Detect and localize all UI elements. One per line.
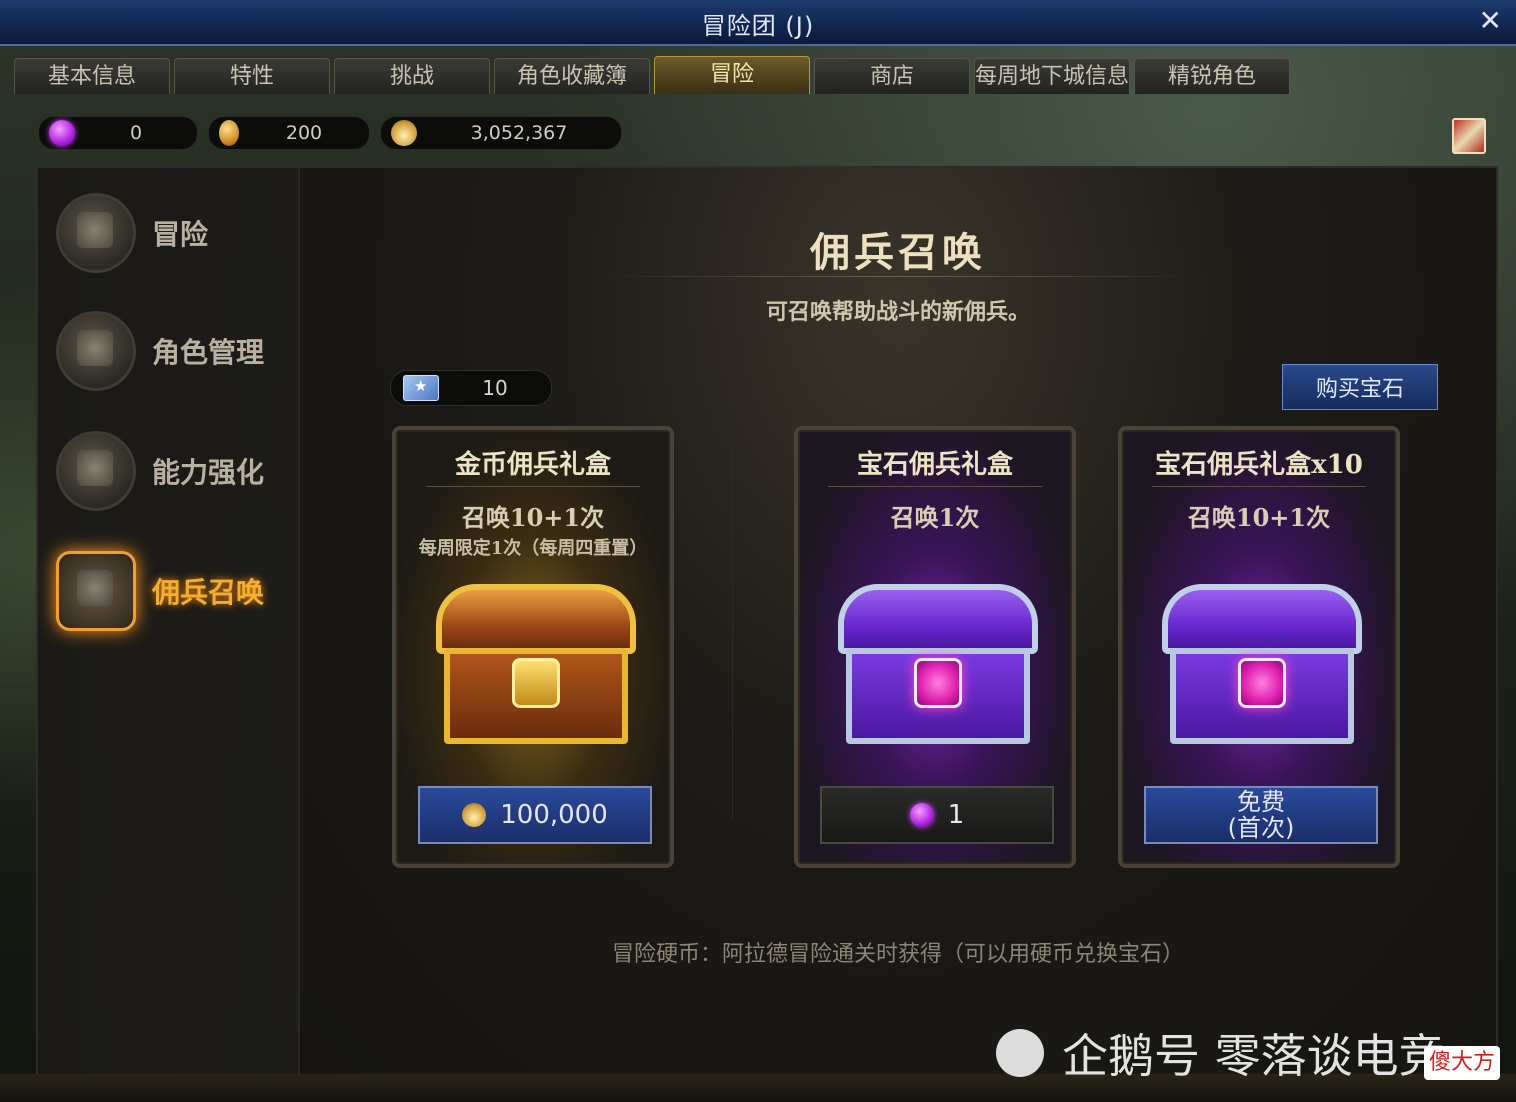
title-bar: 冒险团 (J) ✕ (0, 0, 1516, 46)
tab-character-collection[interactable]: 角色收藏簿 (494, 58, 650, 94)
gem-mercenary-box-x10-card: 宝石佣兵礼盒x10 召唤10+1次 免费 (首次) (1118, 426, 1400, 868)
summon-gem-button[interactable]: 1 (820, 786, 1054, 844)
title-divider (600, 276, 1200, 277)
close-icon[interactable]: ✕ (1479, 4, 1502, 37)
content-area: 佣兵召唤 可召唤帮助战斗的新佣兵。 10 购买宝石 金币佣兵礼盒 召唤10+1次… (300, 168, 1496, 1074)
corner-badge: 傻大方 (1424, 1046, 1500, 1080)
section-divider (732, 400, 733, 820)
tab-shop[interactable]: 商店 (814, 58, 970, 94)
purple-chest-icon (1162, 584, 1362, 754)
free-label: 免费 (1236, 788, 1285, 816)
ticket-count: 10 (482, 376, 508, 400)
flag-icon (56, 193, 136, 273)
card-title: 宝石佣兵礼盒x10 (1155, 450, 1363, 480)
card-summon-count: 召唤10+1次 (1187, 503, 1331, 532)
gold-chest-icon (436, 584, 636, 754)
tab-weekly-dungeon[interactable]: 每周地下城信息 (974, 58, 1130, 94)
tab-elite-character[interactable]: 精锐角色 (1134, 58, 1290, 94)
main-panel: 冒险 角色管理 能力强化 佣兵召唤 佣兵召唤 可召唤帮助战斗的新佣兵。 10 购… (36, 166, 1498, 1076)
page-title: 佣兵召唤 (810, 229, 986, 276)
penguin-logo-icon (996, 1029, 1044, 1077)
gem-mercenary-box-card: 宝石佣兵礼盒 召唤1次 1 (794, 426, 1076, 868)
window-title: 冒险团 (J) (701, 12, 815, 40)
coin-balance: 200 (208, 116, 370, 150)
gold-count: 3,052,367 (470, 122, 568, 144)
ticket-balance: 10 (390, 370, 552, 406)
buy-gem-button[interactable]: 购买宝石 (1282, 364, 1438, 410)
sidebar-item-label: 角色管理 (152, 336, 265, 369)
footer-note: 冒险硬币：阿拉德冒险通关时获得（可以用硬币兑换宝石） (611, 942, 1184, 967)
card-divider (426, 486, 640, 487)
sidebar-item-label: 冒险 (152, 218, 209, 251)
character-icon (56, 311, 136, 391)
card-summon-count: 召唤1次 (890, 503, 980, 532)
summon-gold-button[interactable]: 100,000 (418, 786, 652, 844)
price-label: 100,000 (500, 800, 608, 830)
sidebar-item-ability-enhance[interactable]: 能力强化 (56, 426, 286, 516)
sidebar-item-adventure[interactable]: 冒险 (56, 188, 286, 278)
card-divider (828, 486, 1042, 487)
sidebar-item-mercenary-summon[interactable]: 佣兵召唤 (56, 546, 286, 636)
card-title: 宝石佣兵礼盒 (856, 450, 1013, 480)
coin-count: 200 (285, 122, 323, 144)
tab-bar: 基本信息 特性 挑战 角色收藏簿 冒险 商店 每周地下城信息 精锐角色 (14, 56, 1290, 96)
tab-adventure[interactable]: 冒险 (654, 56, 810, 94)
first-time-label: (首次) (1227, 814, 1295, 842)
gold-balance: 3,052,367 (380, 116, 622, 150)
card-limit-note: 每周限定1次（每周四重置） (418, 538, 648, 559)
shuriken-icon (56, 431, 136, 511)
gold-mercenary-box-card: 金币佣兵礼盒 召唤10+1次 每周限定1次（每周四重置） 100,000 (392, 426, 674, 868)
card-title: 金币佣兵礼盒 (454, 450, 611, 480)
tab-basic-info[interactable]: 基本信息 (14, 58, 170, 94)
price-label: 1 (947, 800, 965, 830)
gold-icon (391, 120, 417, 146)
tab-challenge[interactable]: 挑战 (334, 58, 490, 94)
ticket-icon (403, 375, 439, 401)
gem-count: 0 (129, 122, 143, 144)
gem-icon (909, 803, 934, 827)
sidebar-item-label: 佣兵召唤 (152, 576, 265, 609)
gold-icon (462, 803, 487, 827)
watermark-text: 企鹅号 零落谈电竞 (1062, 1029, 1445, 1083)
gem-icon (49, 120, 75, 146)
sidebar-item-label: 能力强化 (152, 456, 265, 489)
card-summon-count: 召唤10+1次 (461, 503, 605, 532)
coin-icon (219, 120, 239, 146)
page-subtitle: 可召唤帮助战斗的新佣兵。 (765, 299, 1030, 325)
book-icon[interactable] (1452, 118, 1486, 154)
tab-traits[interactable]: 特性 (174, 58, 330, 94)
gem-balance: 0 (38, 116, 198, 150)
watermark: 企鹅号 零落谈电竞 (996, 1020, 1445, 1086)
summon-free-button[interactable]: 免费 (首次) (1144, 786, 1378, 844)
purple-chest-icon (838, 584, 1038, 754)
sidebar-item-character-management[interactable]: 角色管理 (56, 306, 286, 396)
card-divider (1152, 486, 1366, 487)
sidebar: 冒险 角色管理 能力强化 佣兵召唤 (38, 168, 300, 1074)
shield-icon (56, 551, 136, 631)
